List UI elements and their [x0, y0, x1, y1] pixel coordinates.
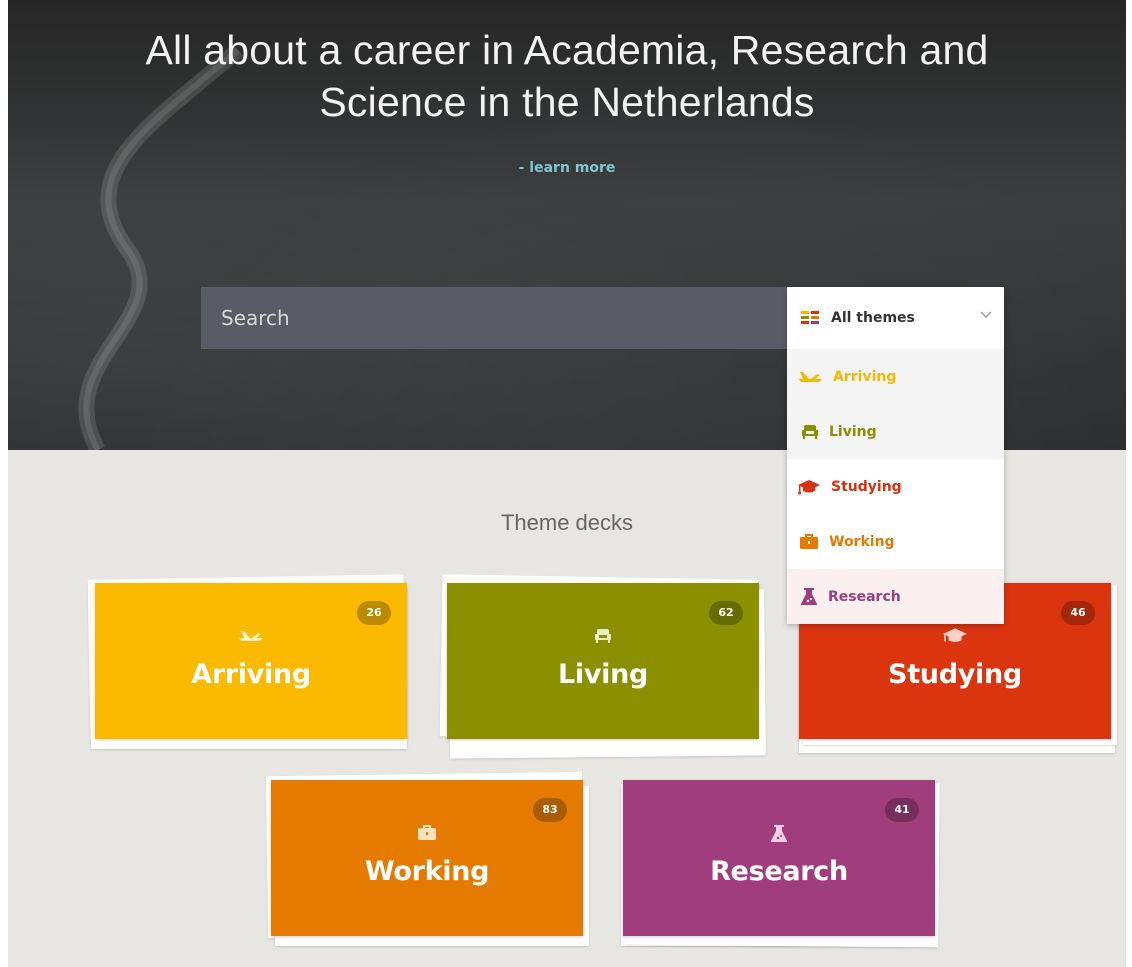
armchair-icon: [802, 424, 818, 439]
deck-card: 41 Research: [623, 780, 935, 936]
deck-count-badge: 26: [357, 601, 391, 625]
theme-filter-toggle[interactable]: All themes: [787, 287, 1004, 349]
page-frame: All about a career in Academia, Research…: [8, 0, 1126, 967]
armchair-icon: [595, 629, 611, 643]
deck-count-badge: 41: [885, 798, 919, 822]
theme-option-label: Living: [829, 423, 877, 440]
search-input[interactable]: [201, 287, 787, 349]
flask-icon: [801, 587, 817, 605]
deck-card: 26 Arriving: [95, 583, 407, 739]
deck-card: 62 Living: [447, 583, 759, 739]
deck-label: Arriving: [191, 659, 311, 690]
airplane-icon: [239, 631, 263, 641]
deck-label: Studying: [888, 659, 1022, 690]
deck-label: Living: [557, 659, 649, 690]
chevron-down-icon: [980, 311, 992, 319]
theme-deck-living[interactable]: 62 Living: [439, 574, 766, 759]
hero-title-line-2: Science in the Netherlands: [319, 79, 815, 125]
flask-icon: [771, 825, 787, 842]
deck-count-badge: 62: [709, 601, 743, 625]
theme-filter-selected: All themes: [831, 310, 915, 326]
theme-option-label: Working: [829, 533, 895, 550]
theme-deck-arriving[interactable]: 26 Arriving: [87, 574, 407, 749]
deck-card: 83 Working: [271, 780, 583, 936]
theme-option-arriving[interactable]: Arriving: [787, 349, 1004, 404]
theme-option-living[interactable]: Living: [787, 404, 1004, 459]
graduation-cap-icon: [943, 628, 967, 642]
theme-deck-working[interactable]: 83 Working: [265, 771, 589, 946]
theme-filter-dropdown: All themes Arriving Living Studying Work…: [787, 287, 1004, 624]
theme-option-label: Arriving: [833, 368, 897, 385]
briefcase-icon: [418, 825, 436, 840]
theme-option-working[interactable]: Working: [787, 514, 1004, 569]
all-themes-icon: [801, 311, 819, 324]
deck-count-badge: 46: [1061, 601, 1095, 625]
theme-option-studying[interactable]: Studying: [787, 459, 1004, 514]
hero-title: All about a career in Academia, Research…: [8, 24, 1126, 128]
learn-more-link[interactable]: - learn more: [8, 160, 1126, 176]
theme-option-label: Studying: [831, 478, 902, 495]
graduation-cap-icon: [798, 479, 820, 494]
theme-option-label: Research: [828, 588, 901, 605]
deck-count-badge: 83: [533, 798, 567, 822]
theme-deck-research[interactable]: 41 Research: [621, 780, 940, 948]
airplane-icon: [798, 371, 822, 382]
theme-option-research[interactable]: Research: [787, 569, 1004, 624]
deck-label: Research: [710, 856, 848, 887]
hero-title-line-1: All about a career in Academia, Research…: [145, 27, 989, 73]
deck-label: Working: [364, 856, 490, 887]
briefcase-icon: [800, 533, 818, 549]
